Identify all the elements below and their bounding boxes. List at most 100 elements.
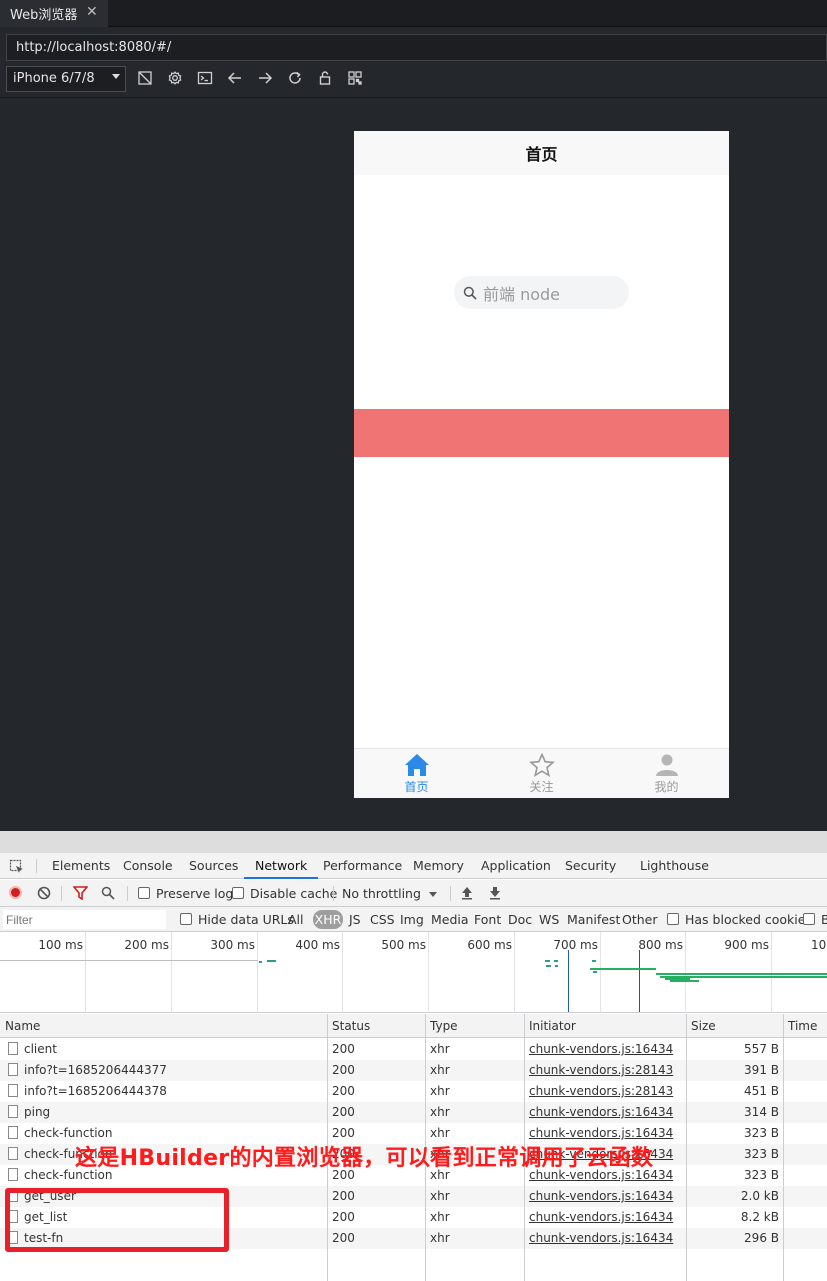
table-row[interactable]: info?t=1685206444377 200 xhr chunk-vendors.… <box>0 1060 827 1081</box>
tab-lighthouse[interactable]: Lighthouse <box>640 853 709 879</box>
request-status: 200 <box>332 1189 355 1203</box>
browser-tab-bar <box>0 0 827 27</box>
network-timeline[interactable]: 100 ms 200 ms 300 ms 400 ms 500 ms 600 m… <box>0 932 827 1013</box>
back-icon[interactable] <box>227 70 243 86</box>
filter-media[interactable]: Media <box>431 912 469 927</box>
device-select[interactable]: iPhone 6/7/8 <box>6 66 126 92</box>
address-bar[interactable]: http://localhost:8080/#/ <box>6 34 827 61</box>
table-header: Name Status Type Initiator Size Time <box>0 1014 827 1038</box>
timeline-label: 100 ms <box>38 938 83 952</box>
request-initiator-link[interactable]: chunk-vendors.js:16434 <box>529 1042 673 1056</box>
console-icon[interactable] <box>197 70 213 86</box>
filter-ws[interactable]: WS <box>539 912 559 927</box>
request-type: xhr <box>430 1210 450 1224</box>
tab-security[interactable]: Security <box>565 853 616 879</box>
request-size: 323 B <box>744 1126 779 1140</box>
search-icon[interactable] <box>101 886 115 900</box>
timeline-label: 100 <box>811 938 827 952</box>
request-type: xhr <box>430 1126 450 1140</box>
timeline-bar <box>593 971 597 973</box>
blocked-cookies-checkbox[interactable] <box>667 913 679 925</box>
blocked-requests-checkbox[interactable] <box>803 913 815 925</box>
col-size[interactable]: Size <box>691 1019 716 1033</box>
hide-data-urls-checkbox[interactable] <box>180 913 192 925</box>
table-row[interactable]: ping 200 xhr chunk-vendors.js:16434 314 B <box>0 1102 827 1123</box>
col-name[interactable]: Name <box>5 1019 40 1033</box>
qrcode-icon[interactable] <box>347 70 363 86</box>
request-size: 323 B <box>744 1168 779 1182</box>
rotate-icon[interactable] <box>137 70 153 86</box>
filter-css[interactable]: CSS <box>370 912 395 927</box>
divider <box>450 886 451 901</box>
disable-cache-checkbox[interactable] <box>232 887 244 899</box>
browser-tab[interactable]: Web浏览器 ✕ <box>0 0 108 27</box>
filter-manifest[interactable]: Manifest <box>567 912 620 927</box>
preserve-log-checkbox[interactable] <box>138 887 150 899</box>
tab-home[interactable]: 首页 <box>354 749 479 799</box>
request-size: 296 B <box>744 1231 779 1245</box>
record-icon[interactable] <box>9 886 22 899</box>
star-icon <box>528 753 555 777</box>
reload-icon[interactable] <box>287 70 303 86</box>
inspect-icon[interactable] <box>9 859 25 875</box>
divider <box>36 859 37 873</box>
close-icon[interactable]: ✕ <box>86 4 98 20</box>
clear-icon[interactable] <box>37 886 51 900</box>
column-divider <box>783 1014 784 1281</box>
tab-sources[interactable]: Sources <box>189 853 238 879</box>
file-icon <box>8 1063 18 1076</box>
request-initiator-link[interactable]: chunk-vendors.js:28143 <box>529 1063 673 1077</box>
filter-js[interactable]: JS <box>349 912 361 927</box>
throttling-select[interactable]: No throttling <box>342 886 421 901</box>
tab-memory[interactable]: Memory <box>413 853 464 879</box>
filter-img[interactable]: Img <box>400 912 424 927</box>
table-row[interactable]: client 200 xhr chunk-vendors.js:16434 557 B <box>0 1039 827 1060</box>
device-select-value: iPhone 6/7/8 <box>13 71 95 86</box>
filter-all[interactable]: All <box>288 912 304 927</box>
request-initiator-link[interactable]: chunk-vendors.js:28143 <box>529 1084 673 1098</box>
tab-follow[interactable]: 关注 <box>479 749 604 799</box>
tab-elements[interactable]: Elements <box>52 853 110 879</box>
col-type[interactable]: Type <box>430 1019 458 1033</box>
tab-console[interactable]: Console <box>123 853 173 879</box>
request-status: 200 <box>332 1126 355 1140</box>
col-time[interactable]: Time <box>788 1019 817 1033</box>
chevron-down-icon <box>112 74 120 79</box>
tab-mine[interactable]: 我的 <box>604 749 729 799</box>
blocked-cookies-label: Has blocked cookies <box>685 912 812 927</box>
request-initiator-link[interactable]: chunk-vendors.js:16434 <box>529 1231 673 1245</box>
tab-application[interactable]: Application <box>481 853 551 879</box>
timeline-label: 900 ms <box>724 938 769 952</box>
tab-performance[interactable]: Performance <box>323 853 402 879</box>
request-initiator-link[interactable]: chunk-vendors.js:16434 <box>529 1126 673 1140</box>
download-icon[interactable] <box>489 886 501 900</box>
file-icon <box>8 1042 18 1055</box>
col-status[interactable]: Status <box>332 1019 370 1033</box>
filter-doc[interactable]: Doc <box>508 912 532 927</box>
filter-input[interactable] <box>3 910 166 929</box>
forward-icon[interactable] <box>257 70 273 86</box>
devtools-resize-bar[interactable] <box>0 831 827 853</box>
filter-xhr[interactable]: XHR <box>313 910 343 929</box>
request-initiator-link[interactable]: chunk-vendors.js:16434 <box>529 1105 673 1119</box>
col-initiator[interactable]: Initiator <box>529 1019 576 1033</box>
banner[interactable] <box>354 409 729 457</box>
search-input[interactable]: 前端 node <box>454 276 629 309</box>
request-status: 200 <box>332 1210 355 1224</box>
tab-network[interactable]: Network <box>244 853 319 879</box>
request-initiator-link[interactable]: chunk-vendors.js:16434 <box>529 1189 673 1203</box>
request-size: 8.2 kB <box>740 1210 779 1224</box>
filter-other[interactable]: Other <box>622 912 658 927</box>
settings-icon[interactable] <box>167 70 183 86</box>
request-name: check-function <box>24 1126 113 1140</box>
search-placeholder: 前端 node <box>483 284 561 304</box>
lock-icon[interactable] <box>317 70 333 86</box>
file-icon <box>8 1105 18 1118</box>
filter-font[interactable]: Font <box>474 912 501 927</box>
request-name: ping <box>24 1105 51 1119</box>
request-initiator-link[interactable]: chunk-vendors.js:16434 <box>529 1210 673 1224</box>
filter-icon[interactable] <box>73 886 88 900</box>
upload-icon[interactable] <box>461 886 473 900</box>
table-row[interactable]: info?t=1685206444378 200 xhr chunk-vendors.… <box>0 1081 827 1102</box>
page-title: 首页 <box>354 131 729 175</box>
